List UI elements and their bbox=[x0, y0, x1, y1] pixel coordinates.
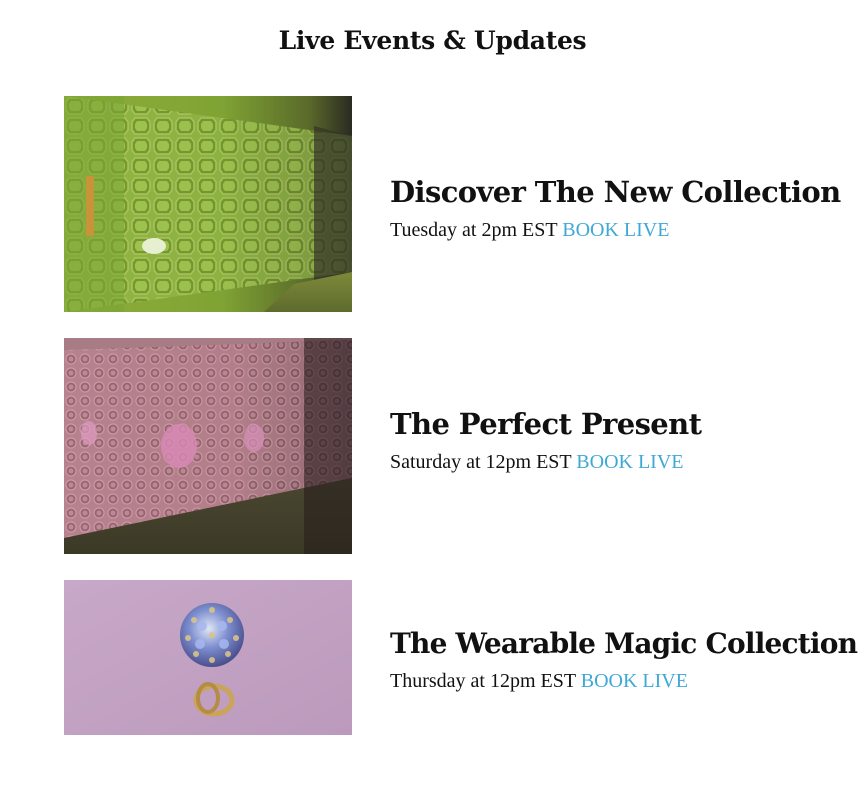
event-info: The Wearable Magic Collection Thursday a… bbox=[390, 627, 860, 693]
page-title: Live Events & Updates bbox=[278, 26, 587, 55]
event-schedule: Tuesday at 2pm EST bbox=[390, 219, 558, 242]
event-info: Discover The New Collection Tuesday at 2… bbox=[390, 175, 860, 242]
event-card: The Wearable Magic Collection Thursday a… bbox=[64, 580, 858, 796]
event-thumbnail[interactable] bbox=[64, 580, 352, 735]
event-title: The Wearable Magic Collection bbox=[390, 627, 858, 660]
event-card: Discover The New Collection Tuesday at 2… bbox=[64, 96, 854, 312]
event-title: Discover The New Collection bbox=[390, 175, 841, 209]
pink-display-wall-image bbox=[64, 338, 352, 554]
event-meta: Tuesday at 2pm EST BOOK LIVE bbox=[390, 219, 860, 242]
event-schedule: Saturday at 12pm EST bbox=[390, 451, 572, 474]
event-thumbnail[interactable] bbox=[64, 338, 352, 554]
event-title: The Perfect Present bbox=[390, 407, 702, 441]
book-live-link[interactable]: BOOK LIVE bbox=[576, 451, 683, 473]
book-live-link[interactable]: BOOK LIVE bbox=[562, 219, 669, 241]
event-meta: Saturday at 12pm EST BOOK LIVE bbox=[390, 451, 860, 474]
book-live-link[interactable]: BOOK LIVE bbox=[581, 670, 688, 692]
event-card: The Perfect Present Saturday at 12pm EST… bbox=[64, 338, 854, 554]
sapphire-ring-image bbox=[64, 580, 352, 735]
event-schedule: Thursday at 12pm EST bbox=[390, 670, 576, 693]
event-thumbnail[interactable] bbox=[64, 96, 352, 312]
green-display-wall-image bbox=[64, 96, 352, 312]
event-info: The Perfect Present Saturday at 12pm EST… bbox=[390, 407, 860, 474]
event-meta: Thursday at 12pm EST BOOK LIVE bbox=[390, 670, 860, 693]
